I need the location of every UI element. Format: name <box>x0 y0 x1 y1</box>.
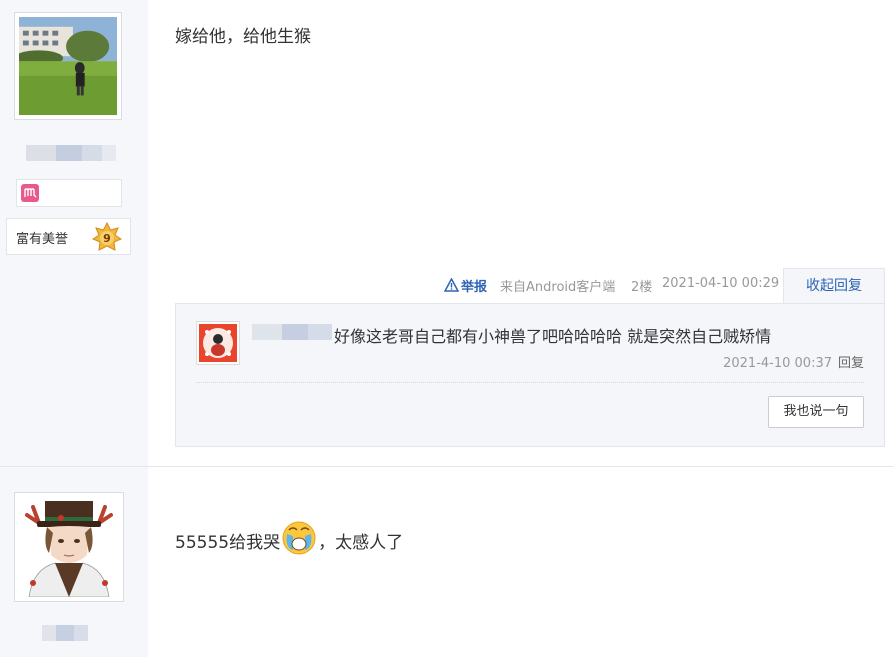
member-badge-box[interactable] <box>16 179 122 207</box>
collapse-replies-tab[interactable]: 收起回复 <box>783 268 885 304</box>
reply-separator <box>196 382 864 383</box>
post-content-2-prefix: 55555给我哭 <box>175 533 281 553</box>
crying-emoji-icon <box>282 521 316 555</box>
username-blurred[interactable] <box>26 145 116 161</box>
member-icon <box>21 184 39 202</box>
reply-avatar[interactable] <box>196 321 240 365</box>
reply-button[interactable]: 回复 <box>838 356 864 371</box>
avatar-illustration <box>19 497 119 597</box>
username-blurred-2[interactable] <box>42 625 88 641</box>
user-avatar-2[interactable] <box>14 492 124 602</box>
post-divider <box>0 466 893 467</box>
level-badge-icon: 9 <box>92 222 122 251</box>
post-content: 嫁给他，给他生猴 <box>175 27 311 47</box>
report-link[interactable]: 举报 <box>461 276 487 295</box>
reply-avatar-image <box>199 324 237 362</box>
post-content-2-suffix: ，太感人了 <box>318 533 404 553</box>
user-avatar[interactable] <box>14 12 122 120</box>
honor-label: 富有美誉 <box>16 232 69 247</box>
reply-panel: 好像这老哥自己都有小神兽了吧哈哈哈哈 就是突然自己贼矫情 2021-4-10 0… <box>175 303 885 447</box>
say-something-button[interactable]: 我也说一句 <box>768 396 864 428</box>
reply-text: 好像这老哥自己都有小神兽了吧哈哈哈哈 就是突然自己贼矫情 <box>334 327 772 346</box>
honor-badge-box[interactable]: 富有美誉 9 <box>6 218 131 255</box>
avatar-photo <box>19 17 117 115</box>
level-number: 9 <box>103 232 111 245</box>
reply-username-blurred[interactable] <box>252 324 332 340</box>
post-floor: 2楼 <box>631 280 653 295</box>
post-source: 来自Android客户端 <box>500 280 616 295</box>
warning-icon[interactable] <box>444 278 459 292</box>
post-time: 2021-04-10 00:29 <box>662 276 780 291</box>
reply-time: 2021-4-10 00:37 <box>723 356 832 371</box>
reply-meta: 2021-4-10 00:37 回复 <box>723 352 864 371</box>
post-content-2: 55555给我哭 ，太感人了 <box>175 520 403 556</box>
